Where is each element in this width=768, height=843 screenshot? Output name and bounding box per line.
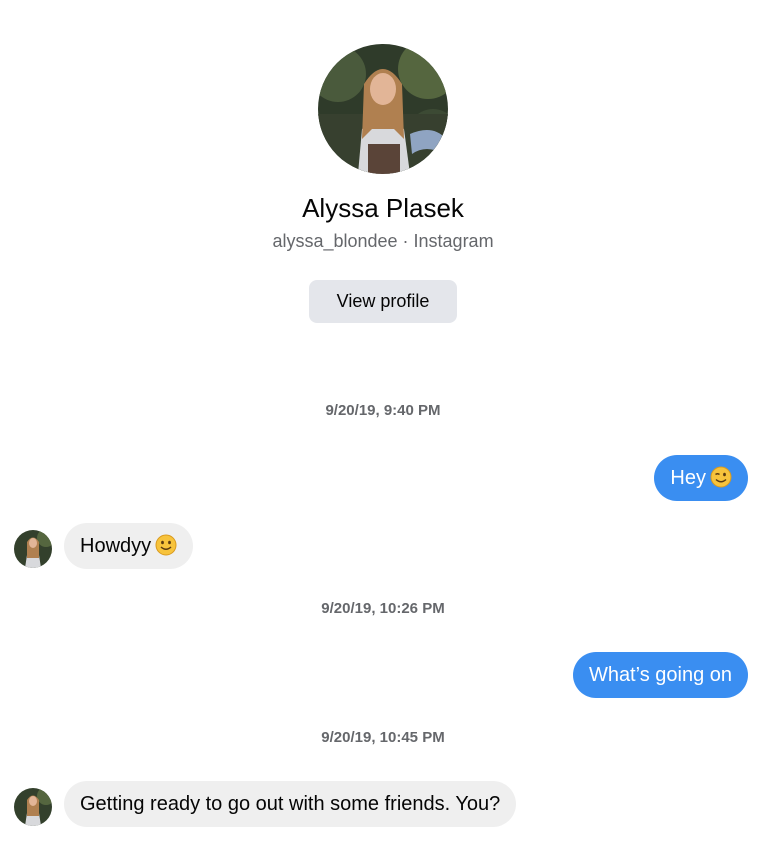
profile-subtitle: alyssa_blondee · Instagram (272, 231, 494, 251)
timestamp: 9/20/19, 9:40 PM (325, 402, 441, 419)
profile-photo-icon (318, 44, 448, 174)
contact-avatar[interactable] (14, 530, 52, 568)
outgoing-message[interactable]: Hey (654, 455, 748, 501)
message-text: Getting ready to go out with some friend… (80, 793, 501, 815)
profile-photo-icon (14, 788, 52, 826)
view-profile-button[interactable]: View profile (309, 280, 457, 323)
profile-name: Alyssa Plasek (302, 193, 464, 223)
outgoing-message[interactable]: What’s going on (572, 652, 748, 698)
profile-avatar[interactable] (318, 44, 448, 174)
winking-face-icon (710, 466, 732, 488)
timestamp: 9/20/19, 10:45 PM (321, 729, 445, 746)
incoming-message[interactable]: Howdyy (64, 523, 194, 569)
smiling-face-icon (155, 534, 177, 556)
timestamp: 9/20/19, 10:26 PM (321, 600, 445, 617)
profile-photo-icon (14, 530, 52, 568)
message-text: What’s going on (588, 664, 732, 686)
message-text: Howdyy (80, 535, 152, 557)
message-text: Hey (670, 467, 706, 489)
contact-avatar[interactable] (14, 788, 52, 826)
incoming-message[interactable]: Getting ready to go out with some friend… (64, 781, 517, 827)
